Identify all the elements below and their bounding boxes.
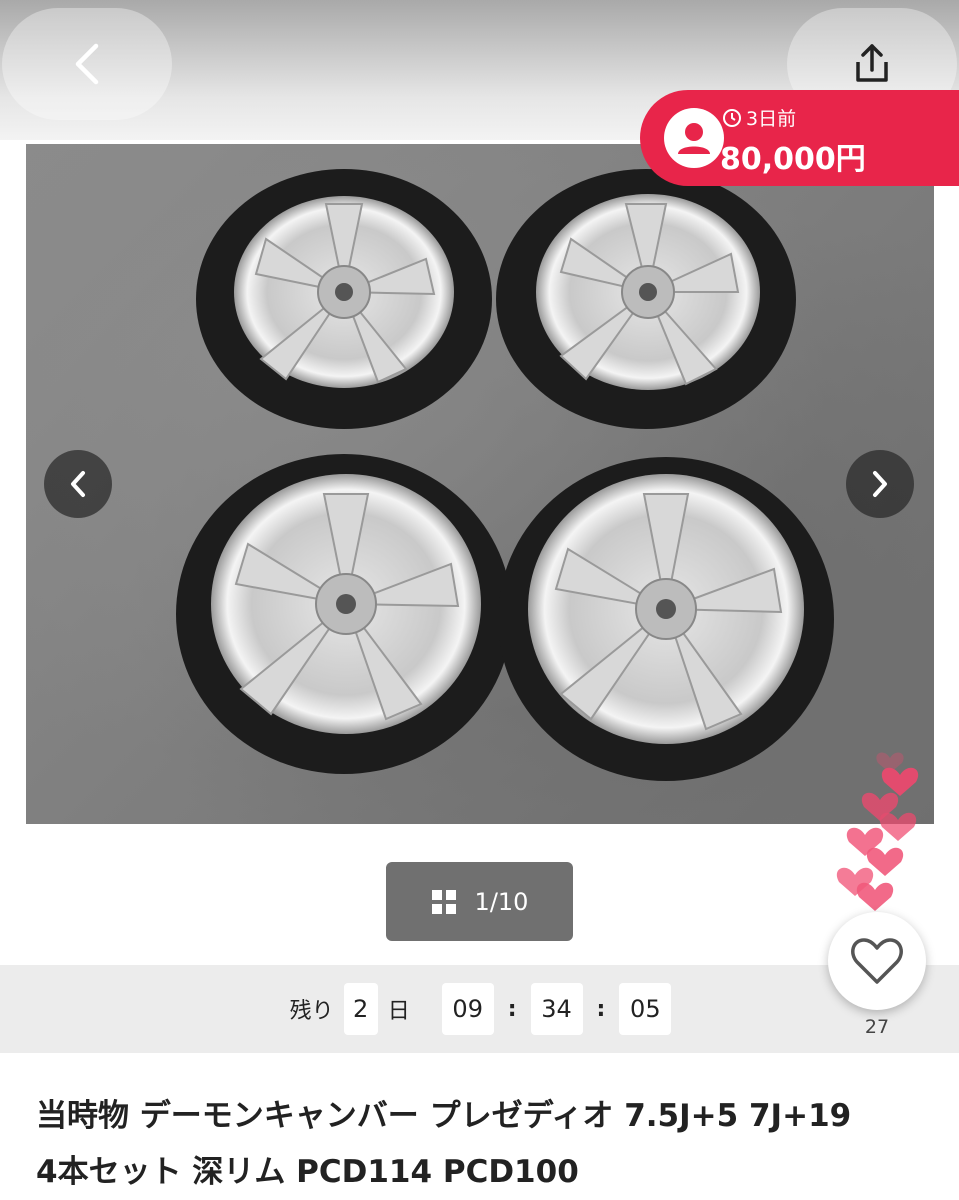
countdown-seconds: 05 (619, 983, 672, 1035)
gallery-counter: 1/10 (474, 887, 529, 916)
hearts-animation (836, 752, 919, 911)
countdown-sep: : (507, 996, 517, 1022)
countdown-day-unit: 日 (387, 999, 410, 1024)
price-badge: 3日前 80,000円 (640, 90, 959, 186)
wheel-bottom-left (176, 454, 512, 774)
wheel-top-left (196, 169, 492, 429)
product-title-line: 当時物 デーモンキャンバー プレゼディオ 7.5J+5 7J+19 (36, 1098, 852, 1134)
chevron-right-icon (873, 471, 887, 497)
prev-image-button[interactable] (44, 450, 112, 518)
user-icon (678, 123, 710, 154)
product-photo[interactable] (26, 144, 934, 824)
share-icon (856, 44, 888, 82)
countdown-bar: 残り 2 日 09 : 34 : 05 (0, 965, 959, 1053)
gallery-counter-button[interactable]: 1/10 (386, 862, 573, 941)
price: 80,000円 (720, 142, 866, 177)
back-button[interactable] (2, 8, 172, 120)
countdown-days: 2 (343, 983, 378, 1035)
avatar[interactable] (664, 108, 724, 168)
elapsed-label: 3日前 (746, 108, 797, 130)
product-title: 当時物 デーモンキャンバー プレゼディオ 7.5J+5 7J+19 4本セット … (36, 1088, 936, 1200)
chevron-left-icon (71, 471, 85, 497)
grid-icon (431, 889, 456, 914)
next-image-button[interactable] (846, 450, 914, 518)
heart-icon (851, 938, 903, 984)
countdown-minutes: 34 (530, 983, 583, 1035)
elapsed-time: 3日前 (722, 104, 796, 131)
product-title-line: 4本セット 深リム PCD114 PCD100 (36, 1154, 579, 1190)
countdown-sep: : (596, 996, 606, 1022)
countdown-prefix: 残り (289, 999, 334, 1024)
countdown-hours: 09 (441, 983, 494, 1035)
wheel-bottom-right (498, 457, 834, 781)
like-count: 27 (864, 1016, 890, 1038)
clock-icon (723, 108, 741, 127)
chevron-left-icon (75, 43, 99, 85)
like-button[interactable] (828, 912, 926, 1010)
wheel-top-right (496, 169, 796, 429)
